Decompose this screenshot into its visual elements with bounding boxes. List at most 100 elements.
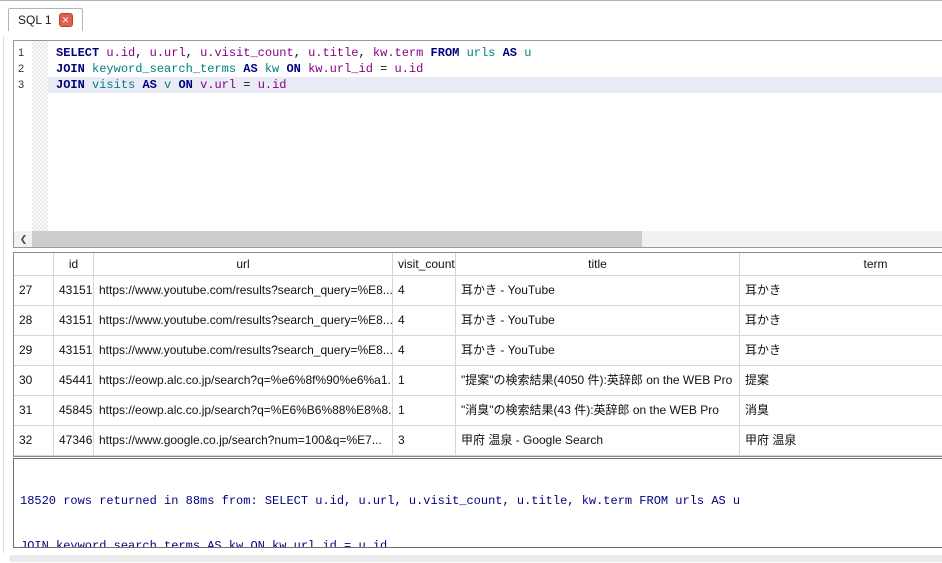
sql-token-kw: AS [243, 62, 257, 76]
cell-title[interactable]: "消臭"の検索結果(43 件):英辞郎 on the WEB Pro [456, 396, 740, 426]
table-row: 2743151https://www.youtube.com/results?s… [14, 276, 942, 306]
sql-token-tbl: visits [92, 78, 135, 92]
table-row: 3045441https://eowp.alc.co.jp/search?q=%… [14, 366, 942, 396]
sql-token-pl: = [236, 78, 258, 92]
sql-token-fld: u.id [106, 46, 135, 60]
table-body: 2743151https://www.youtube.com/results?s… [14, 276, 942, 456]
table-row: 2943151https://www.youtube.com/results?s… [14, 336, 942, 366]
line-number[interactable]: 1 [18, 45, 32, 61]
sql-token-tbl: u [524, 46, 531, 60]
row-number[interactable]: 28 [14, 306, 54, 336]
sql-token-tbl: urls [467, 46, 496, 60]
editor-horizontal-scrollbar[interactable]: ❮ [14, 231, 942, 247]
sql-token-fld: kw.term [373, 46, 423, 60]
sql-token-kw: JOIN [56, 62, 85, 76]
cell-term[interactable]: 提案 [740, 366, 942, 396]
cell-title[interactable]: 耳かき - YouTube [456, 336, 740, 366]
cell-visit_count[interactable]: 3 [393, 426, 456, 456]
cell-term[interactable]: 消臭 [740, 396, 942, 426]
row-number[interactable]: 29 [14, 336, 54, 366]
sql-token-pl [423, 46, 430, 60]
cell-title[interactable]: 甲府 温泉 - Google Search [456, 426, 740, 456]
sql-token-pl [85, 62, 92, 76]
cell-visit_count[interactable]: 1 [393, 366, 456, 396]
sql-token-kw: JOIN [56, 78, 85, 92]
corner-header[interactable] [14, 253, 54, 276]
scrollbar-thumb[interactable] [32, 231, 642, 247]
sql-token-fld: u.url [150, 46, 186, 60]
cell-title[interactable]: "提案"の検索結果(4050 件):英辞郎 on the WEB Pro [456, 366, 740, 396]
cell-id[interactable]: 45845 [54, 396, 94, 426]
sql-token-fld: kw.url_id [308, 62, 373, 76]
sql-token-kw: AS [142, 78, 156, 92]
cell-id[interactable]: 45441 [54, 366, 94, 396]
cell-url[interactable]: https://eowp.alc.co.jp/search?q=%E6%B6%8… [94, 396, 393, 426]
row-number[interactable]: 32 [14, 426, 54, 456]
column-header-url[interactable]: url [94, 253, 393, 276]
sql-editor[interactable]: 123 SELECT u.id, u.url, u.visit_count, u… [13, 40, 942, 248]
row-number[interactable]: 27 [14, 276, 54, 306]
cell-id[interactable]: 43151 [54, 306, 94, 336]
sql-token-pl [258, 62, 265, 76]
cell-term[interactable]: 耳かき [740, 276, 942, 306]
cell-visit_count[interactable]: 1 [393, 396, 456, 426]
cell-visit_count[interactable]: 4 [393, 336, 456, 366]
sql-token-kw: AS [503, 46, 517, 60]
sql-token-pl [495, 46, 502, 60]
table-row: 3145845https://eowp.alc.co.jp/search?q=%… [14, 396, 942, 426]
line-number-gutter[interactable]: 123 [14, 41, 32, 231]
sql-token-kw: SELECT [56, 46, 99, 60]
tab-label: SQL 1 [18, 13, 52, 27]
scroll-left-icon: ❮ [20, 234, 28, 245]
sql-token-tbl: keyword_search_terms [92, 62, 236, 76]
cell-term[interactable]: 甲府 温泉 [740, 426, 942, 456]
cell-visit_count[interactable]: 4 [393, 306, 456, 336]
sql-code-area[interactable]: SELECT u.id, u.url, u.visit_count, u.tit… [48, 41, 942, 231]
sql-token-kw: FROM [431, 46, 460, 60]
cell-term[interactable]: 耳かき [740, 336, 942, 366]
table-header-row: idurlvisit_counttitleterm [14, 253, 942, 276]
tab-close-icon[interactable]: ✕ [59, 13, 73, 27]
column-header-title[interactable]: title [456, 253, 740, 276]
cell-id[interactable]: 43151 [54, 336, 94, 366]
sql-token-pl [459, 46, 466, 60]
tab-sql-1[interactable]: SQL 1 ✕ [8, 8, 83, 31]
column-header-visit_count[interactable]: visit_count [393, 253, 456, 276]
tabbar-divider [0, 0, 942, 1]
sql-token-pl: , [135, 46, 149, 60]
sql-token-pl: , [359, 46, 373, 60]
window-bottom-strip [9, 555, 942, 562]
column-header-id[interactable]: id [54, 253, 94, 276]
column-header-term[interactable]: term [740, 253, 942, 276]
cell-id[interactable]: 43151 [54, 276, 94, 306]
cell-visit_count[interactable]: 4 [393, 276, 456, 306]
sql-token-pl [157, 78, 164, 92]
sql-line-current[interactable]: JOIN visits AS v ON v.url = u.id [48, 77, 942, 93]
sql-line[interactable]: SELECT u.id, u.url, u.visit_count, u.tit… [48, 45, 942, 61]
sql-token-fld: u.id [395, 62, 424, 76]
cell-url[interactable]: https://www.google.co.jp/search?num=100&… [94, 426, 393, 456]
sql-token-pl: = [373, 62, 395, 76]
cell-title[interactable]: 耳かき - YouTube [456, 306, 740, 336]
sql-token-kw: ON [286, 62, 300, 76]
table-row: 3247346https://www.google.co.jp/search?n… [14, 426, 942, 456]
sql-token-pl [301, 62, 308, 76]
cell-url[interactable]: https://www.youtube.com/results?search_q… [94, 276, 393, 306]
scroll-left-button[interactable]: ❮ [15, 231, 32, 247]
line-number[interactable]: 2 [18, 61, 32, 77]
cell-id[interactable]: 47346 [54, 426, 94, 456]
cell-title[interactable]: 耳かき - YouTube [456, 276, 740, 306]
sql-token-fld: u.title [308, 46, 358, 60]
cell-url[interactable]: https://www.youtube.com/results?search_q… [94, 306, 393, 336]
execution-log: 18520 rows returned in 88ms from: SELECT… [13, 458, 942, 548]
cell-url[interactable]: https://www.youtube.com/results?search_q… [94, 336, 393, 366]
sql-line[interactable]: JOIN keyword_search_terms AS kw ON kw.ur… [48, 61, 942, 77]
sql-token-fld: u.id [258, 78, 287, 92]
cell-url[interactable]: https://eowp.alc.co.jp/search?q=%e6%8f%9… [94, 366, 393, 396]
sql-token-pl: , [186, 46, 200, 60]
panel-left-edge [3, 36, 4, 553]
line-number[interactable]: 3 [18, 77, 32, 93]
cell-term[interactable]: 耳かき [740, 306, 942, 336]
row-number[interactable]: 30 [14, 366, 54, 396]
row-number[interactable]: 31 [14, 396, 54, 426]
